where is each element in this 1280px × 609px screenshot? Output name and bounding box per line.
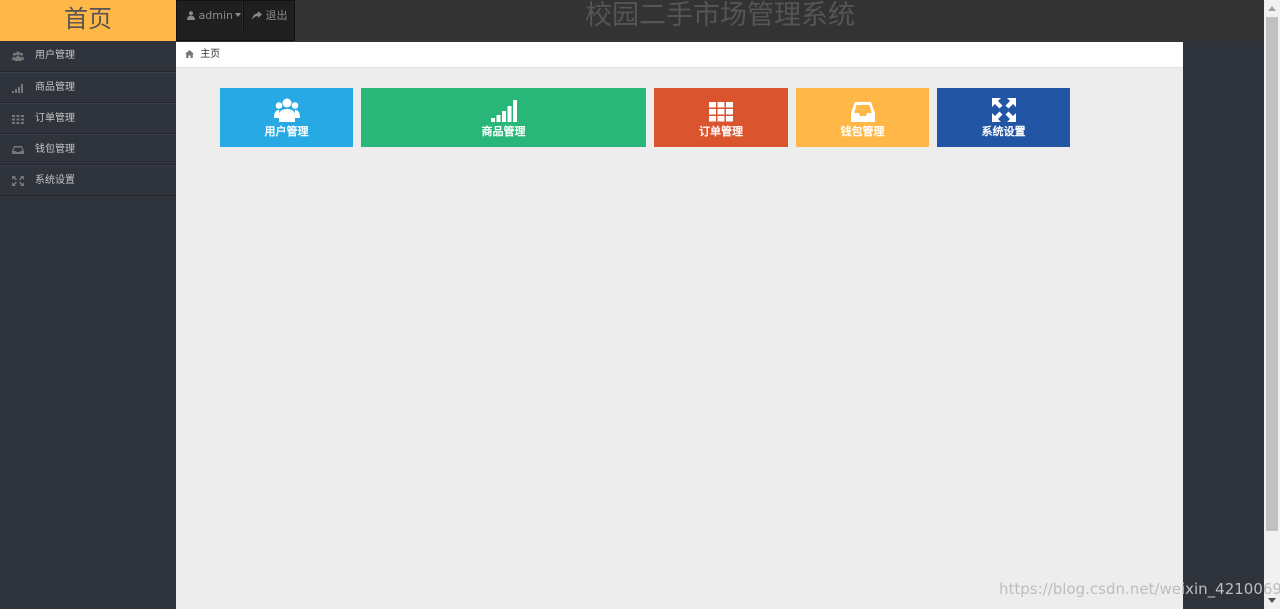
- scroll-thumb[interactable]: [1266, 17, 1278, 531]
- sidebar-item-settings[interactable]: 系统设置: [0, 165, 176, 196]
- caret-down-icon: [234, 13, 241, 17]
- breadcrumb: 主页: [176, 42, 1183, 68]
- top-bar: 首页 admin 退出 校园二手市场管理系统: [0, 0, 1264, 41]
- sidebar-item-wallet[interactable]: 钱包管理: [0, 134, 176, 165]
- sidebar-item-label: 系统设置: [35, 175, 75, 186]
- vertical-scrollbar[interactable]: [1264, 0, 1280, 609]
- tile-order-management[interactable]: 订单管理: [654, 88, 788, 147]
- grid-icon: [12, 115, 24, 124]
- tile-label: 钱包管理: [840, 125, 885, 138]
- home-icon: [185, 50, 194, 58]
- right-gutter: [1183, 41, 1264, 609]
- system-title: 校园二手市场管理系统: [585, 0, 855, 31]
- tile-product-management[interactable]: 商品管理: [361, 88, 646, 147]
- main-content: 主页 用户管理 商品管理 订单管理 钱包管理 系统设置: [176, 42, 1183, 609]
- sidebar-item-label: 用户管理: [35, 50, 75, 61]
- logout-button[interactable]: 退出: [243, 1, 294, 31]
- sidebar-item-products[interactable]: 商品管理: [0, 72, 176, 103]
- tile-user-management[interactable]: 用户管理: [220, 88, 353, 147]
- fullscreen-icon: [991, 98, 1016, 122]
- grid-icon: [709, 102, 733, 122]
- inbox-icon: [850, 102, 875, 122]
- admin-user-label: admin: [198, 9, 233, 22]
- tile-label: 订单管理: [699, 125, 743, 138]
- watermark: https://blog.csdn.net/weixin_42100694: [999, 580, 1280, 598]
- fullscreen-icon: [12, 176, 24, 186]
- sidebar-item-orders[interactable]: 订单管理: [0, 103, 176, 134]
- logout-label: 退出: [265, 9, 288, 22]
- sidebar-item-label: 订单管理: [35, 113, 75, 124]
- tile-system-settings[interactable]: 系统设置: [937, 88, 1070, 147]
- breadcrumb-home-link[interactable]: 主页: [200, 49, 220, 60]
- tile-label: 系统设置: [981, 125, 1026, 138]
- tile-label: 用户管理: [264, 125, 309, 138]
- users-icon: [12, 51, 24, 61]
- user-icon: [187, 11, 195, 20]
- sidebar-item-label: 商品管理: [35, 82, 75, 93]
- sidebar-item-users[interactable]: 用户管理: [0, 41, 176, 72]
- tile-wallet-management[interactable]: 钱包管理: [796, 88, 929, 147]
- admin-user-button[interactable]: admin: [178, 1, 243, 31]
- sidebar-item-label: 钱包管理: [35, 144, 75, 155]
- signal-icon: [490, 100, 517, 122]
- share-icon: [252, 11, 262, 20]
- inbox-icon: [12, 146, 24, 154]
- scroll-down-arrow-icon[interactable]: [1268, 598, 1276, 603]
- users-icon: [273, 98, 300, 122]
- user-nav: admin 退出: [176, 0, 295, 41]
- sidebar: 用户管理 商品管理 订单管理 钱包管理 系统设置: [0, 41, 176, 609]
- brand-home-link[interactable]: 首页: [0, 0, 176, 41]
- signal-icon: [12, 84, 23, 93]
- tile-label: 商品管理: [481, 125, 526, 138]
- scroll-up-arrow-icon[interactable]: [1268, 6, 1276, 11]
